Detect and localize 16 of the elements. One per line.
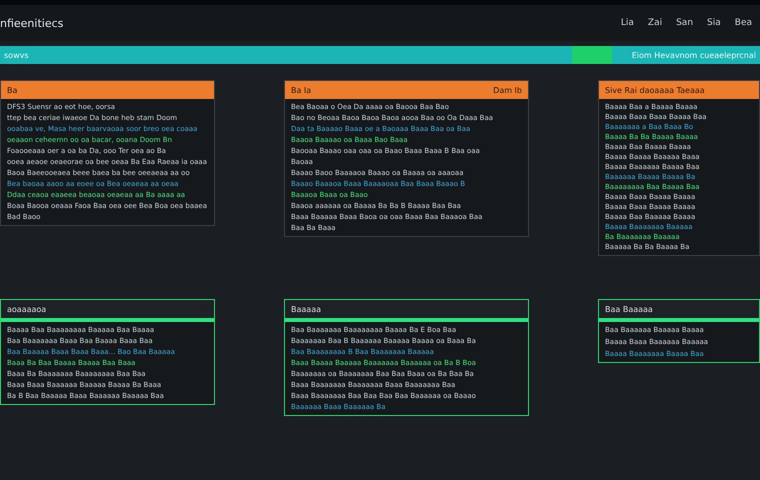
panel-title: Baa Baaaaa: [605, 304, 653, 314]
status-indicator: [572, 46, 612, 64]
panel-title: Sive Rai daoaaaa Taeaaa: [605, 86, 705, 94]
window-title: nfieenitiecs: [0, 16, 64, 30]
panel-title: aoaaaaoa: [7, 304, 46, 314]
panel-title: Baaaaa: [291, 304, 321, 314]
menu-item[interactable]: San: [676, 18, 694, 28]
menu-item[interactable]: Zai: [648, 18, 662, 28]
banner-label: sowvs: [4, 50, 29, 60]
menu-item[interactable]: Lia: [620, 18, 634, 28]
banner-message: Eiom Hevavnom cueaeleprcnal: [632, 50, 756, 60]
panel-title: Ba: [7, 86, 18, 94]
menu-item[interactable]: Bea: [734, 18, 752, 28]
panel-title: Ba Ia: [291, 86, 312, 94]
panel-subtitle: Dam Ib: [493, 86, 522, 94]
menu-item[interactable]: Sia: [707, 18, 721, 28]
